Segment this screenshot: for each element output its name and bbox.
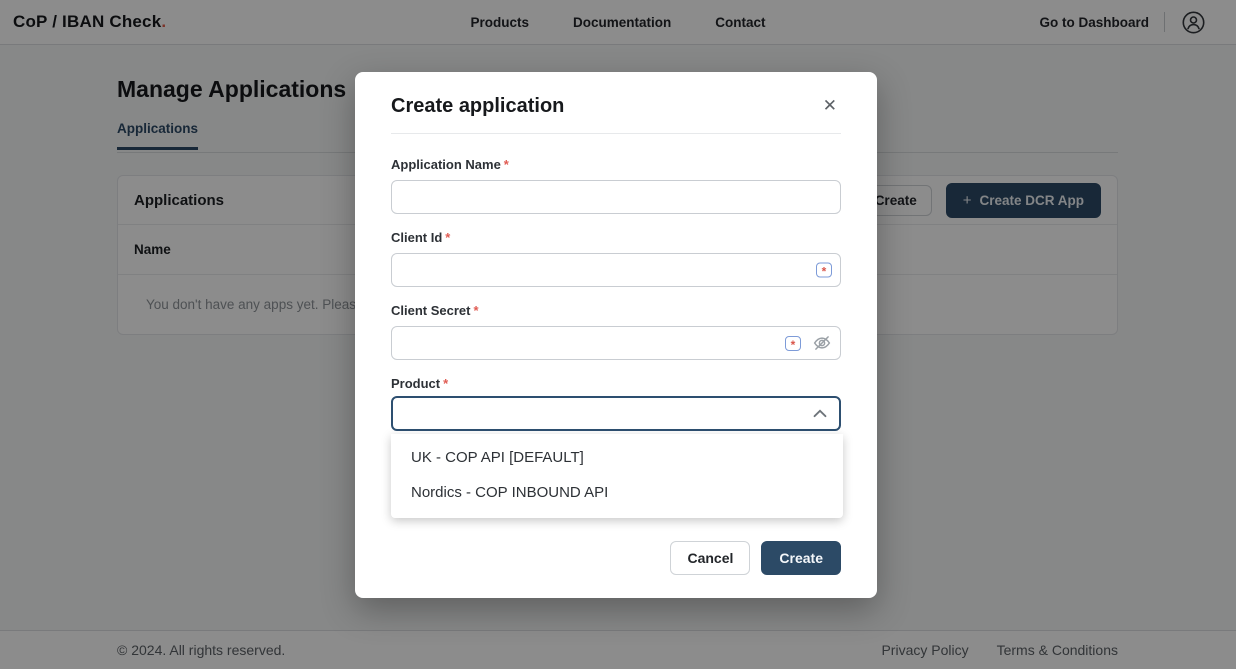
required-asterisk: * [473, 303, 478, 318]
product-select-wrap: UK - COP API [DEFAULT] Nordics - COP INB… [391, 396, 841, 431]
autofill-icon[interactable]: * [785, 336, 801, 351]
dropdown-option-nordics-cop-inbound-api[interactable]: Nordics - COP INBOUND API [391, 475, 843, 510]
toggle-visibility-button[interactable] [812, 334, 832, 352]
product-label: Product* [391, 376, 841, 391]
client-id-input[interactable] [391, 253, 841, 287]
modal-header: Create application ✕ [355, 72, 877, 118]
application-name-label: Application Name* [391, 157, 841, 172]
required-asterisk: * [445, 230, 450, 245]
required-asterisk: * [504, 157, 509, 172]
label-text: Application Name [391, 157, 501, 172]
application-name-wrap [391, 180, 841, 214]
client-id-label: Client Id* [391, 230, 841, 245]
create-application-modal: Create application ✕ Application Name* C… [355, 72, 877, 598]
client-id-wrap: * [391, 253, 841, 287]
modal-actions: Cancel Create [670, 541, 841, 575]
chevron-up-icon [813, 409, 827, 418]
modal-create-button[interactable]: Create [761, 541, 841, 575]
client-id-input-icons: * [816, 263, 832, 278]
client-secret-input-icons: * [785, 334, 832, 352]
label-text: Client Id [391, 230, 442, 245]
eye-off-icon [812, 334, 832, 352]
label-text: Client Secret [391, 303, 470, 318]
close-icon[interactable]: ✕ [819, 94, 841, 118]
client-secret-wrap: * [391, 326, 841, 360]
product-select[interactable] [391, 396, 841, 431]
cancel-button[interactable]: Cancel [670, 541, 750, 575]
client-secret-input[interactable] [391, 326, 841, 360]
modal-title: Create application [391, 94, 564, 118]
client-secret-label: Client Secret* [391, 303, 841, 318]
modal-title-divider [391, 133, 841, 134]
modal-form: Application Name* Client Id* * Client Se… [355, 157, 877, 431]
application-name-input[interactable] [391, 180, 841, 214]
required-asterisk: * [443, 376, 448, 391]
label-text: Product [391, 376, 440, 391]
product-dropdown-menu: UK - COP API [DEFAULT] Nordics - COP INB… [391, 434, 843, 518]
autofill-icon[interactable]: * [816, 263, 832, 278]
dropdown-option-uk-cop-api[interactable]: UK - COP API [DEFAULT] [391, 440, 843, 475]
